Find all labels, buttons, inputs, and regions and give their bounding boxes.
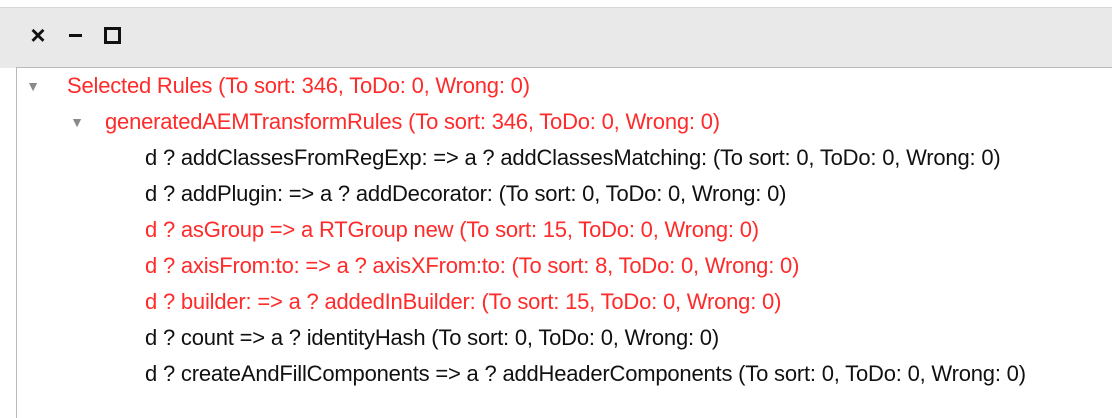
rule-item[interactable]: d ? axisFrom:to: => a ? axisXFrom:to: (T… <box>145 248 799 284</box>
rules-tree-panel[interactable]: ▼ Selected Rules (To sort: 346, ToDo: 0,… <box>16 67 1112 418</box>
tree-node-group[interactable]: generatedAEMTransformRules (To sort: 346… <box>105 104 720 140</box>
window-titlebar: × <box>0 7 1112 68</box>
maximize-icon[interactable] <box>99 22 125 48</box>
rule-item[interactable]: d ? addPlugin: => a ? addDecorator: (To … <box>145 176 786 212</box>
rule-item[interactable]: d ? createAndFillComponents => a ? addHe… <box>145 356 1026 392</box>
maximize-box <box>103 26 121 44</box>
minimize-bar <box>68 33 82 37</box>
tree-node-root[interactable]: Selected Rules (To sort: 346, ToDo: 0, W… <box>67 68 530 104</box>
rule-item[interactable]: d ? builder: => a ? addedInBuilder: (To … <box>145 284 781 320</box>
rules-browser-window: × ▼ Selected Rules (To sort: 346, ToDo: … <box>0 0 1112 418</box>
rule-item[interactable]: d ? asGroup => a RTGroup new (To sort: 1… <box>145 212 759 248</box>
minimize-icon[interactable] <box>62 22 88 48</box>
close-icon[interactable]: × <box>25 22 51 48</box>
rule-item[interactable]: d ? addClassesFromRegExp: => a ? addClas… <box>145 140 1001 176</box>
rule-item[interactable]: d ? count => a ? identityHash (To sort: … <box>145 320 719 356</box>
expand-triangle-icon[interactable]: ▼ <box>69 104 85 140</box>
expand-triangle-icon[interactable]: ▼ <box>25 68 41 104</box>
